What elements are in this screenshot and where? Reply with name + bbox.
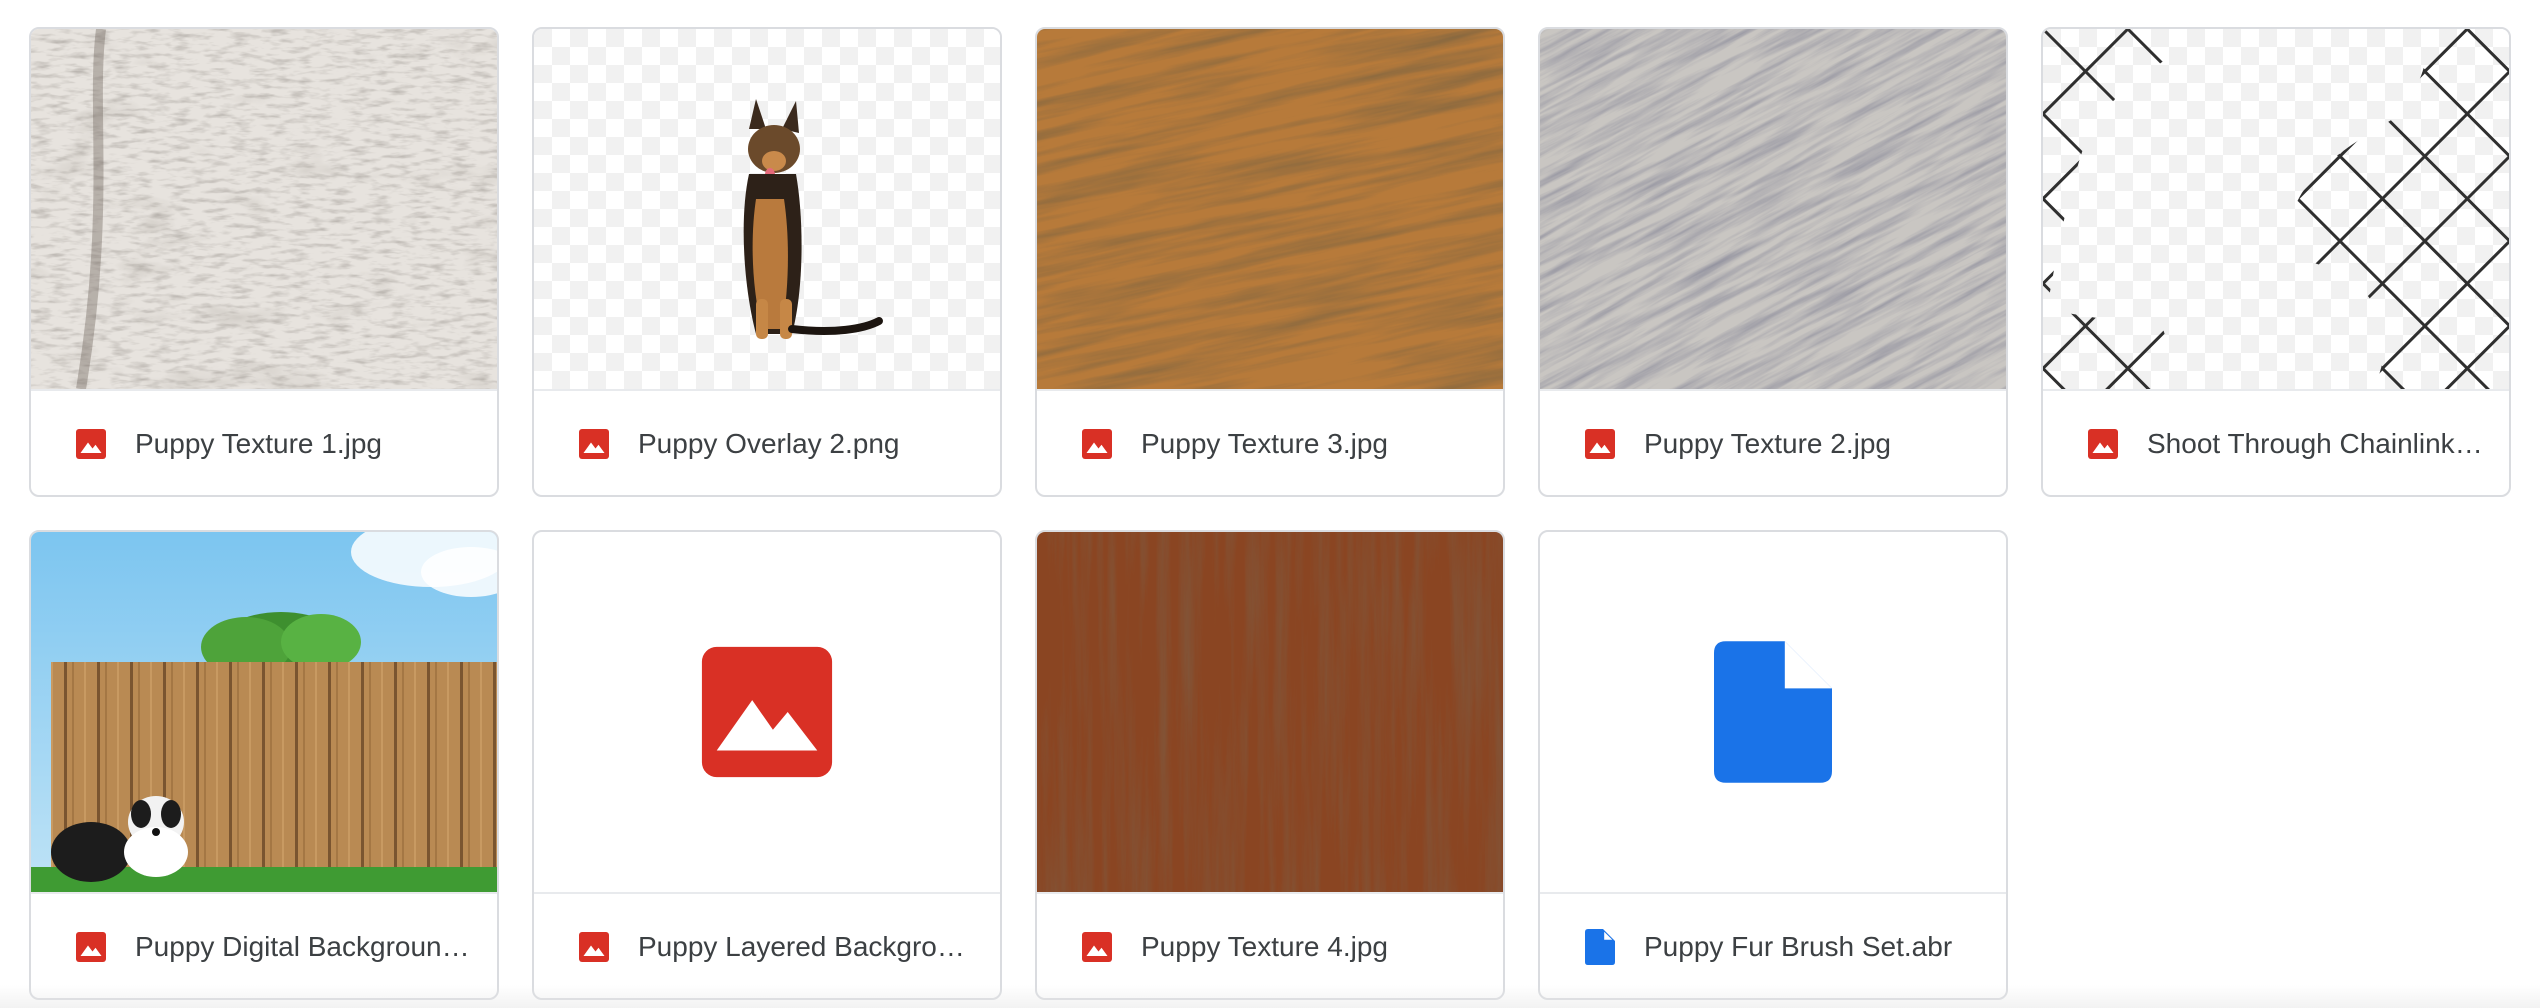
thumbnail-image (2043, 29, 2509, 389)
file-name: Puppy Texture 3.jpg (1141, 428, 1388, 459)
file-name: Puppy Texture 4.jpg (1141, 931, 1388, 962)
file-card[interactable]: Puppy Digital Background.jpg (29, 530, 499, 1000)
image-file-icon (701, 646, 833, 778)
file-name: Puppy Fur Brush Set.abr (1644, 931, 1953, 962)
file-name: Shoot Through Chainlink Overlay.png (2147, 428, 2487, 459)
file-footer: Puppy Texture 3.jpg (1037, 389, 1503, 495)
thumbnail-placeholder (1540, 532, 2006, 892)
image-file-icon (576, 929, 612, 965)
file-card[interactable]: Puppy Texture 2.jpg (1538, 27, 2008, 497)
image-file-icon (2085, 426, 2121, 462)
file-card[interactable]: Shoot Through Chainlink Overlay.png (2041, 27, 2511, 497)
thumbnail-image (31, 29, 497, 389)
file-name: Puppy Texture 1.jpg (135, 428, 382, 459)
file-footer: Puppy Fur Brush Set.abr (1540, 892, 2006, 998)
thumbnail-placeholder (534, 532, 1000, 892)
document-file-icon (1582, 929, 1618, 965)
file-card[interactable]: Puppy Texture 4.jpg (1035, 530, 1505, 1000)
file-card[interactable]: Puppy Layered Background.psd (532, 530, 1002, 1000)
file-name: Puppy Overlay 2.png (638, 428, 900, 459)
file-footer: Puppy Texture 2.jpg (1540, 389, 2006, 495)
file-card[interactable]: Puppy Fur Brush Set.abr (1538, 530, 2008, 1000)
image-file-icon (1582, 426, 1618, 462)
file-name: Puppy Texture 2.jpg (1644, 428, 1891, 459)
file-footer: Puppy Overlay 2.png (534, 389, 1000, 495)
thumbnail-image (31, 532, 497, 892)
image-file-icon (1079, 929, 1115, 965)
thumbnail-image (1540, 29, 2006, 389)
image-file-icon (73, 426, 109, 462)
file-footer: Puppy Texture 4.jpg (1037, 892, 1503, 998)
thumbnail-image (534, 29, 1000, 389)
file-grid: Puppy Texture 1.jpg Puppy Overlay 2.png … (29, 27, 2511, 1000)
file-card[interactable]: Puppy Texture 1.jpg (29, 27, 499, 497)
image-file-icon (73, 929, 109, 965)
image-file-icon (1079, 426, 1115, 462)
file-footer: Puppy Digital Background.jpg (31, 892, 497, 998)
document-file-icon (1714, 641, 1832, 783)
file-name: Puppy Layered Background.psd (638, 931, 978, 962)
file-card[interactable]: Puppy Texture 3.jpg (1035, 27, 1505, 497)
thumbnail-image (1037, 29, 1503, 389)
thumbnail-image (1037, 532, 1503, 892)
file-name: Puppy Digital Background.jpg (135, 931, 475, 962)
scroll-shadow (0, 985, 2540, 1008)
file-card[interactable]: Puppy Overlay 2.png (532, 27, 1002, 497)
file-footer: Puppy Texture 1.jpg (31, 389, 497, 495)
image-file-icon (576, 426, 612, 462)
file-footer: Puppy Layered Background.psd (534, 892, 1000, 998)
file-footer: Shoot Through Chainlink Overlay.png (2043, 389, 2509, 495)
